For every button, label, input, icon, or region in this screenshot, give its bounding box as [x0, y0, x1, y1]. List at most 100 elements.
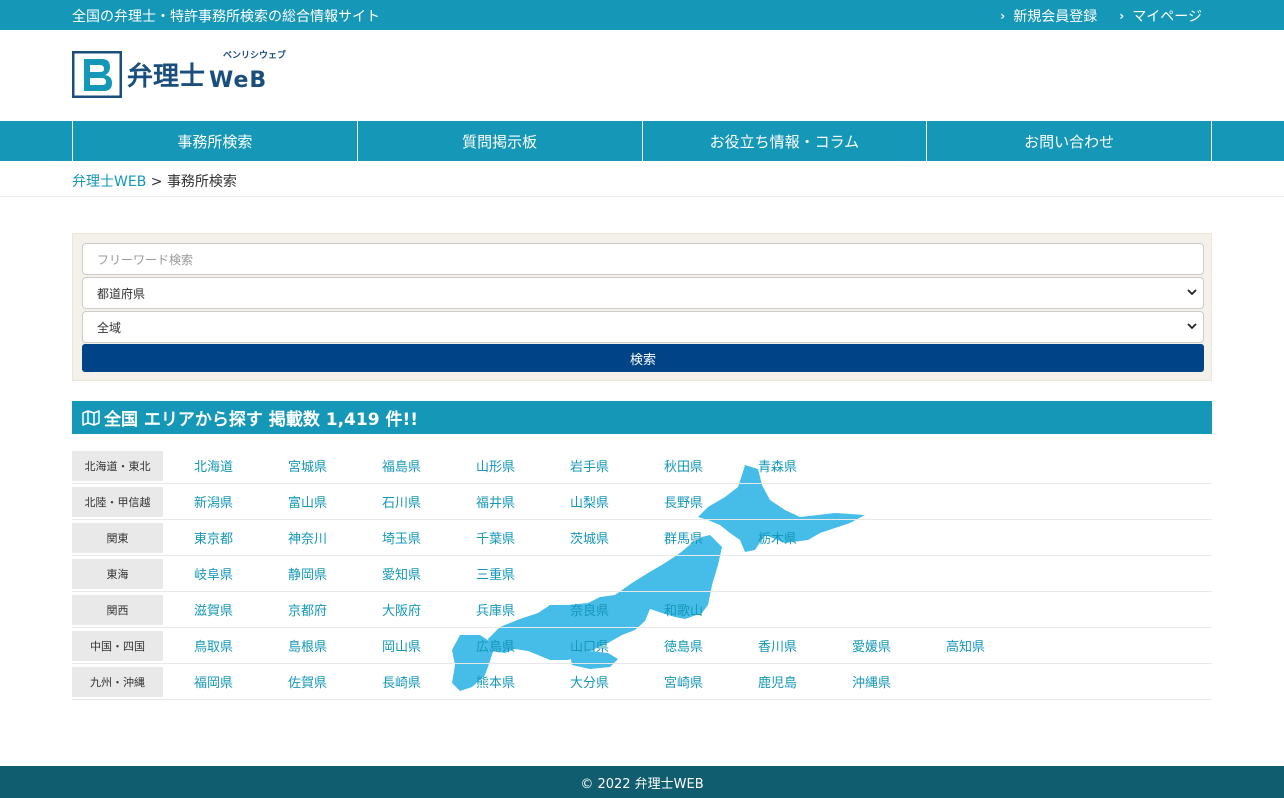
prefecture-link[interactable]: 大分県 — [570, 672, 664, 691]
prefecture-link[interactable]: 香川県 — [758, 636, 852, 655]
chevron-right-icon: › — [1000, 9, 1006, 23]
logo-wordmark: 弁理士 WeB ベンリシウェブ — [127, 51, 286, 93]
region-label: 北海道・東北 — [72, 450, 163, 481]
logo-mark-icon — [72, 51, 122, 98]
site-header: 弁理士 WeB ベンリシウェブ — [0, 30, 1284, 121]
region-row: 北海道・東北 北海道 宮城県 福島県 山形県 岩手県 秋田県 青森県 — [72, 448, 1212, 484]
region-label: 九州・沖縄 — [72, 666, 163, 697]
prefecture-link[interactable]: 福井県 — [476, 492, 570, 511]
main-nav: 事務所検索 質問掲示板 お役立ち情報・コラム お問い合わせ — [0, 121, 1284, 161]
search-button[interactable]: 検索 — [82, 344, 1204, 372]
prefecture-link[interactable]: 千葉県 — [476, 528, 570, 547]
prefecture-link[interactable]: 宮城県 — [288, 456, 382, 475]
prefecture-link[interactable]: 佐賀県 — [288, 672, 382, 691]
prefecture-link[interactable]: 青森県 — [758, 456, 852, 475]
region-label: 関東 — [72, 522, 163, 553]
prefecture-link[interactable]: 茨城県 — [570, 528, 664, 547]
prefecture-link[interactable]: 岩手県 — [570, 456, 664, 475]
logo-text: 弁理士 — [127, 62, 206, 92]
logo-web: WeB — [209, 68, 268, 93]
prefecture-link[interactable]: 岐阜県 — [194, 564, 288, 583]
prefecture-link[interactable]: 長野県 — [664, 492, 758, 511]
prefecture-link[interactable]: 兵庫県 — [476, 600, 570, 619]
nav-item-columns[interactable]: お役立ち情報・コラム — [643, 121, 928, 161]
chevron-right-icon: › — [1119, 9, 1125, 23]
prefecture-link[interactable]: 徳島県 — [664, 636, 758, 655]
prefecture-link[interactable]: 島根県 — [288, 636, 382, 655]
region-row: 九州・沖縄 福岡県 佐賀県 長崎県 熊本県 大分県 宮崎県 鹿児島 沖縄県 — [72, 664, 1212, 700]
prefecture-link[interactable]: 東京都 — [194, 528, 288, 547]
region-row: 中国・四国 鳥取県 島根県 岡山県 広島県 山口県 徳島県 香川県 愛媛県 高知… — [72, 628, 1212, 664]
region-row: 北陸・甲信越 新潟県 富山県 石川県 福井県 山梨県 長野県 — [72, 484, 1212, 520]
breadcrumb-home-link[interactable]: 弁理士WEB — [72, 174, 146, 190]
mypage-link[interactable]: › マイページ — [1119, 6, 1202, 26]
prefecture-link[interactable]: 沖縄県 — [852, 672, 946, 691]
chevron-down-icon — [1187, 289, 1197, 296]
logo-ruby: ベンリシウェブ — [223, 51, 287, 61]
prefecture-link[interactable]: 静岡県 — [288, 564, 382, 583]
prefecture-select[interactable]: 都道府県 — [82, 277, 1204, 309]
map-icon — [82, 409, 100, 426]
prefecture-link[interactable]: 福島県 — [382, 456, 476, 475]
prefecture-link[interactable]: 岡山県 — [382, 636, 476, 655]
site-tagline: 全国の弁理士・特許事務所検索の総合情報サイト — [72, 9, 380, 25]
top-bar: 全国の弁理士・特許事務所検索の総合情報サイト › 新規会員登録 › マイページ — [0, 0, 1284, 30]
prefecture-link[interactable]: 山梨県 — [570, 492, 664, 511]
prefecture-link[interactable]: 三重県 — [476, 564, 570, 583]
keyword-search-input[interactable]: フリーワード検索 — [82, 243, 1204, 275]
prefecture-link[interactable]: 愛知県 — [382, 564, 476, 583]
nav-item-contact[interactable]: お問い合わせ — [927, 121, 1212, 161]
prefecture-link[interactable]: 山形県 — [476, 456, 570, 475]
region-row: 東海 岐阜県 静岡県 愛知県 三重県 — [72, 556, 1212, 592]
prefecture-link[interactable]: 新潟県 — [194, 492, 288, 511]
site-logo[interactable]: 弁理士 WeB ベンリシウェブ — [72, 51, 286, 98]
region-row: 関西 滋賀県 京都府 大阪府 兵庫県 奈良県 和歌山 — [72, 592, 1212, 628]
prefecture-link[interactable]: 熊本県 — [476, 672, 570, 691]
prefecture-link[interactable]: 和歌山 — [664, 600, 758, 619]
prefecture-link[interactable]: 埼玉県 — [382, 528, 476, 547]
divider — [0, 196, 1284, 197]
prefecture-link[interactable]: 奈良県 — [570, 600, 664, 619]
prefecture-link[interactable]: 鳥取県 — [194, 636, 288, 655]
prefecture-select-value: 都道府県 — [97, 286, 146, 301]
prefecture-link[interactable]: 高知県 — [946, 636, 1040, 655]
nav-item-question-board[interactable]: 質問掲示板 — [358, 121, 643, 161]
prefecture-link[interactable]: 秋田県 — [664, 456, 758, 475]
top-links: › 新規会員登録 › マイページ — [1000, 6, 1202, 26]
prefecture-link[interactable]: 大阪府 — [382, 600, 476, 619]
copyright-text: © 2022 弁理士WEB — [580, 776, 704, 792]
mypage-link-label: マイページ — [1132, 9, 1202, 25]
region-list: 北海道・東北 北海道 宮城県 福島県 山形県 岩手県 秋田県 青森県 北陸・甲信… — [72, 448, 1212, 700]
prefecture-link[interactable]: 富山県 — [288, 492, 382, 511]
breadcrumb-separator: > — [146, 174, 167, 190]
region-label: 中国・四国 — [72, 630, 163, 661]
area-section-heading: 全国 エリアから探す 掲載数 1,419 件!! — [72, 401, 1212, 434]
prefecture-link[interactable]: 長崎県 — [382, 672, 476, 691]
breadcrumb-current: 事務所検索 — [166, 174, 237, 190]
prefecture-link[interactable]: 愛媛県 — [852, 636, 946, 655]
register-link-label: 新規会員登録 — [1013, 9, 1098, 25]
prefecture-link[interactable]: 群馬県 — [664, 528, 758, 547]
region-label: 東海 — [72, 558, 163, 589]
site-footer: © 2022 弁理士WEB — [0, 766, 1284, 798]
prefecture-link[interactable]: 山口県 — [570, 636, 664, 655]
prefecture-link[interactable]: 福岡県 — [194, 672, 288, 691]
prefecture-link[interactable]: 宮崎県 — [664, 672, 758, 691]
prefecture-link[interactable]: 広島県 — [476, 636, 570, 655]
register-link[interactable]: › 新規会員登録 — [1000, 6, 1097, 26]
area-select[interactable]: 全域 — [82, 311, 1204, 343]
region-label: 関西 — [72, 594, 163, 625]
prefecture-link[interactable]: 北海道 — [194, 456, 288, 475]
prefecture-link[interactable]: 京都府 — [288, 600, 382, 619]
prefecture-link[interactable]: 滋賀県 — [194, 600, 288, 619]
nav-item-office-search[interactable]: 事務所検索 — [73, 121, 358, 161]
chevron-down-icon — [1187, 323, 1197, 330]
breadcrumb: 弁理士WEB > 事務所検索 — [72, 171, 237, 191]
prefecture-link[interactable]: 石川県 — [382, 492, 476, 511]
area-select-value: 全域 — [97, 320, 122, 335]
prefecture-link[interactable]: 神奈川 — [288, 528, 382, 547]
prefecture-link[interactable]: 栃木県 — [758, 528, 852, 547]
region-row: 関東 東京都 神奈川 埼玉県 千葉県 茨城県 群馬県 栃木県 — [72, 520, 1212, 556]
region-label: 北陸・甲信越 — [72, 486, 163, 517]
prefecture-link[interactable]: 鹿児島 — [758, 672, 852, 691]
